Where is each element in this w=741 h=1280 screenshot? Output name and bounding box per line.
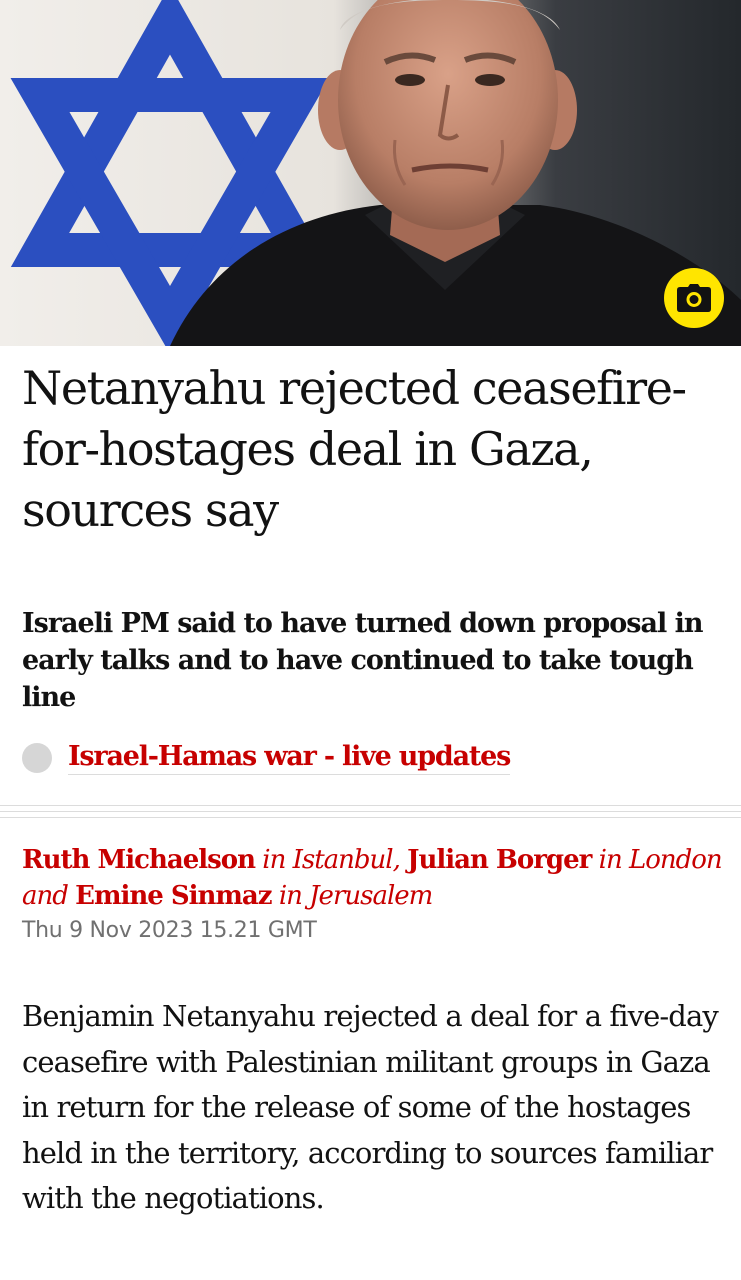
author-link-emine-sinmaz[interactable]: Emine Sinmaz (75, 881, 272, 911)
live-updates-link[interactable]: Israel-Hamas war - live updates (22, 738, 511, 778)
article-headline: Netanyahu rejected ceasefire-for-hostage… (22, 361, 687, 537)
section-divider (0, 805, 741, 823)
publish-date: Thu 9 Nov 2023 15.21 GMT (22, 918, 317, 943)
article-body-paragraph: Benjamin Netanyahu rejected a deal for a… (22, 999, 719, 1215)
author-link-ruth-michaelson[interactable]: Ruth Michaelson (22, 845, 256, 875)
author-link-julian-borger[interactable]: Julian Borger (407, 845, 592, 875)
article-standfirst: Israeli PM said to have turned down prop… (22, 608, 704, 713)
byline-location-3: in Jerusalem (278, 881, 434, 911)
hero-photo (0, 0, 741, 346)
camera-button[interactable] (664, 268, 724, 328)
hero-image (0, 0, 741, 346)
live-updates-label: Israel-Hamas war - live updates (68, 741, 511, 775)
live-indicator-icon (22, 743, 52, 773)
byline-location-1: in Istanbul, (262, 845, 401, 875)
camera-icon (677, 284, 711, 312)
byline: Ruth Michaelson in Istanbul, Julian Borg… (22, 842, 727, 914)
